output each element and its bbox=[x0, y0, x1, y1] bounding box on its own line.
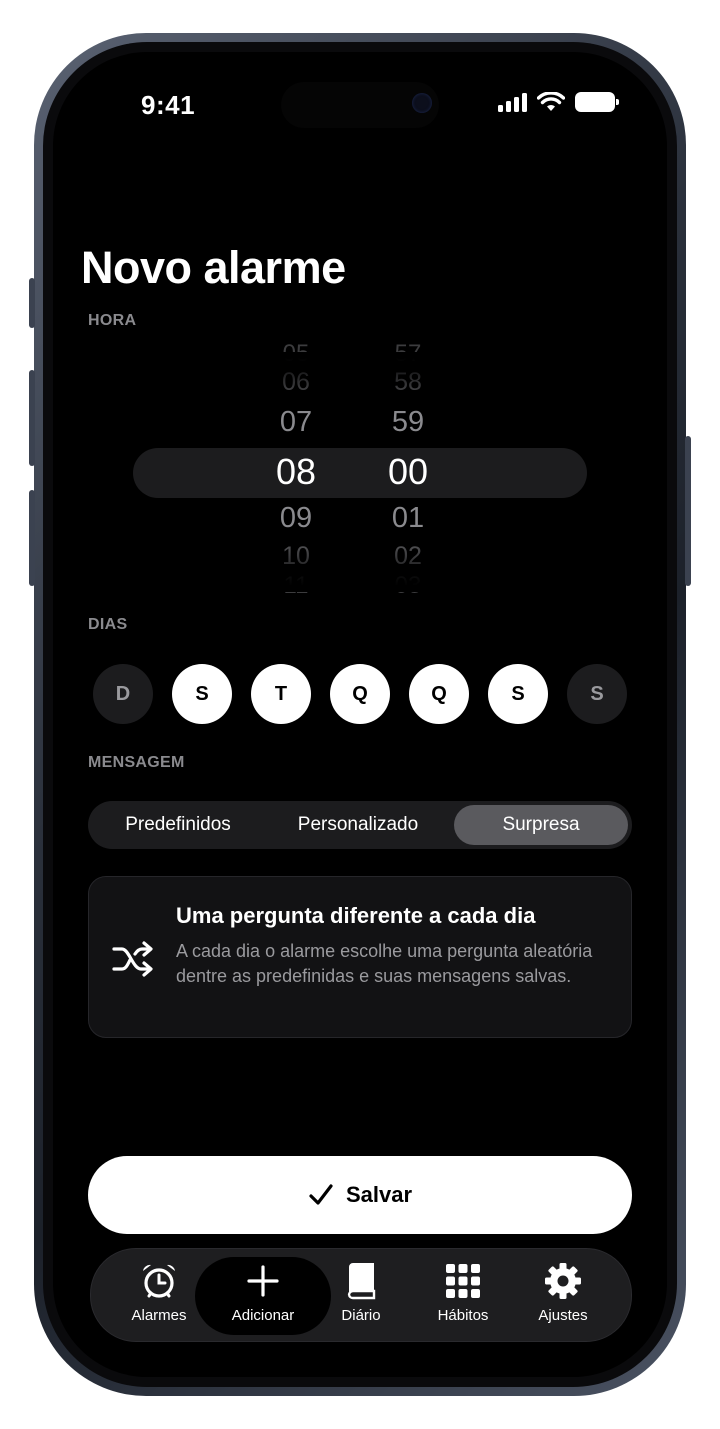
side-button-volume-up bbox=[29, 370, 35, 466]
card-title: Uma pergunta diferente a cada dia bbox=[176, 903, 536, 928]
segment-personalizado[interactable]: Personalizado bbox=[268, 801, 448, 849]
segment-predefinidos[interactable]: Predefinidos bbox=[88, 801, 268, 849]
wheel-fade-bottom bbox=[113, 532, 613, 592]
alarm-clock-icon bbox=[143, 1264, 175, 1298]
tab-diario[interactable]: Diário bbox=[313, 1249, 409, 1341]
front-camera bbox=[412, 93, 432, 113]
tab-label-habitos: Hábitos bbox=[437, 1307, 489, 1324]
tab-habitos[interactable]: Hábitos bbox=[411, 1249, 515, 1341]
side-button-power bbox=[685, 436, 691, 586]
section-label-mensagem: MENSAGEM bbox=[88, 754, 185, 771]
gear-icon bbox=[545, 1263, 581, 1299]
minute-option[interactable]: 00 bbox=[358, 451, 458, 493]
card-description: A cada dia o alarme escolhe uma pergunta… bbox=[176, 941, 593, 986]
day-toggle[interactable]: Q bbox=[330, 664, 390, 724]
side-button-mute bbox=[29, 278, 35, 328]
minute-option[interactable]: 01 bbox=[358, 502, 458, 535]
battery-icon bbox=[575, 92, 619, 112]
tab-label-ajustes: Ajustes bbox=[538, 1307, 588, 1324]
day-toggle[interactable]: S bbox=[172, 664, 232, 724]
cellular-signal-icon bbox=[498, 92, 527, 112]
day-selector: DSTQQSS bbox=[93, 664, 627, 724]
save-button-label: Salvar bbox=[345, 1182, 413, 1207]
day-toggle[interactable]: S bbox=[488, 664, 548, 724]
segment-surpresa[interactable]: Surpresa bbox=[454, 801, 628, 849]
tab-adicionar[interactable]: Adicionar bbox=[213, 1249, 313, 1341]
shuffle-icon bbox=[112, 941, 153, 977]
hour-option[interactable]: 08 bbox=[246, 451, 346, 493]
plus-icon bbox=[247, 1265, 279, 1297]
wheel-fade-top bbox=[113, 352, 613, 412]
screen: 9:41 Novo alarme HORA 05060708091011 575… bbox=[53, 52, 667, 1377]
page-title: Novo alarme bbox=[81, 242, 346, 293]
hour-option[interactable]: 09 bbox=[246, 502, 346, 535]
status-icons bbox=[498, 92, 619, 112]
status-time: 9:41 bbox=[141, 90, 196, 120]
day-toggle[interactable]: Q bbox=[409, 664, 469, 724]
book-icon bbox=[347, 1263, 376, 1300]
message-type-segmented-control: Predefinidos Personalizado Surpresa bbox=[88, 801, 632, 849]
tab-label-alarmes: Alarmes bbox=[131, 1307, 187, 1324]
section-label-dias: DIAS bbox=[88, 616, 128, 633]
wifi-icon bbox=[537, 92, 565, 111]
tab-ajustes[interactable]: Ajustes bbox=[511, 1249, 615, 1341]
day-toggle[interactable]: D bbox=[93, 664, 153, 724]
tab-bar: Alarmes Adicionar Diário Hábitos Ajustes bbox=[90, 1248, 632, 1342]
grid-icon bbox=[446, 1264, 480, 1298]
tab-alarmes[interactable]: Alarmes bbox=[109, 1249, 209, 1341]
checkmark-icon bbox=[309, 1184, 333, 1205]
tab-label-diario: Diário bbox=[341, 1307, 381, 1324]
tab-label-adicionar: Adicionar bbox=[231, 1307, 295, 1324]
side-button-volume-down bbox=[29, 490, 35, 586]
save-button[interactable]: Salvar bbox=[88, 1156, 632, 1234]
section-label-hora: HORA bbox=[88, 312, 137, 329]
day-toggle[interactable]: T bbox=[251, 664, 311, 724]
surprise-info-card: Uma pergunta diferente a cada dia A cada… bbox=[88, 876, 632, 1038]
day-toggle[interactable]: S bbox=[567, 664, 627, 724]
